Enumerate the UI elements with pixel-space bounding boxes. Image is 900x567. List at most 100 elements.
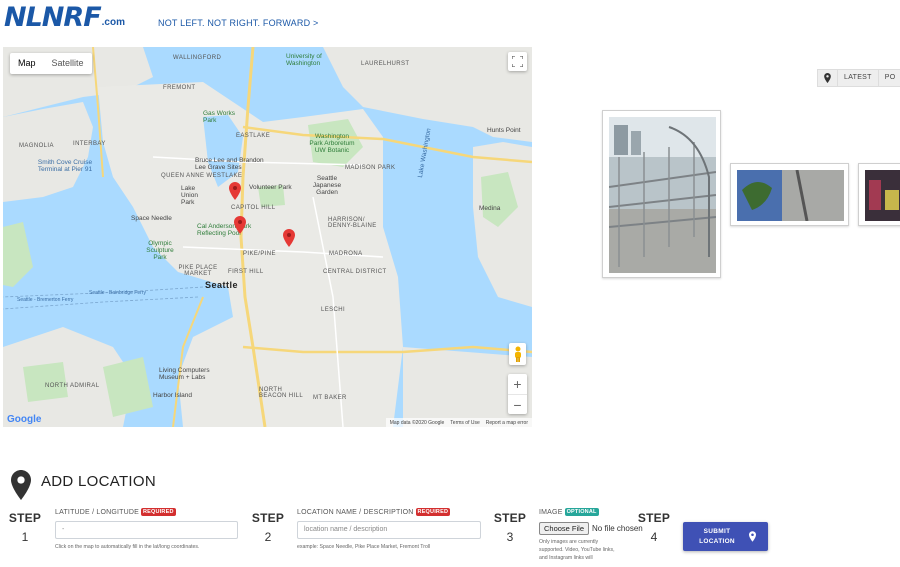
location-thumbnail[interactable] xyxy=(858,163,900,226)
terms-link[interactable]: Terms of Use xyxy=(450,420,479,427)
required-badge: REQUIRED xyxy=(141,508,176,516)
map-label: MAGNOLIA xyxy=(19,143,54,149)
map-label: FREMONT xyxy=(163,85,196,91)
step-number: 1 xyxy=(21,530,29,544)
add-location-pin-icon xyxy=(11,470,31,500)
step-number: 3 xyxy=(506,530,514,544)
map-label: MADRONA xyxy=(329,251,363,257)
map-label: WALLINGFORD xyxy=(173,55,222,61)
page: NLNRF .com NOT LEFT. NOT RIGHT. FORWARD … xyxy=(0,0,900,567)
submit-location-button[interactable]: SUBMIT LOCATION xyxy=(683,522,768,551)
location-thumbnail[interactable] xyxy=(602,110,721,278)
site-logo[interactable]: NLNRF .com xyxy=(4,2,125,33)
map-data-credit: Map data ©2020 Google xyxy=(389,420,445,426)
map-label: FIRST HILL xyxy=(228,269,264,275)
step-4-indicator: STEP 4 xyxy=(637,511,671,544)
step-word: STEP xyxy=(637,511,671,525)
step-word: STEP xyxy=(8,511,42,525)
map-label: Seattle Japanese Garden xyxy=(312,175,342,196)
choose-file-button[interactable]: Choose File xyxy=(539,522,590,535)
map-attribution: Map data ©2020 Google Terms of Use Repor… xyxy=(385,418,532,427)
map-label: CAPITOL HILL xyxy=(231,205,276,211)
field-label-text: LOCATION NAME / DESCRIPTION xyxy=(297,508,414,516)
lat-long-label: LATITUDE / LONGITUDE REQUIRED xyxy=(55,508,176,516)
tab-popular[interactable]: PO xyxy=(879,70,900,86)
map-base-layer xyxy=(3,47,532,427)
map-canvas[interactable]: WALLINGFORD University of Washington LAU… xyxy=(3,47,532,427)
map-label: EASTLAKE xyxy=(236,133,271,139)
map-label: Hunts Point xyxy=(487,127,521,134)
logo-suffix: .com xyxy=(101,17,125,28)
map-label: NORTH ADMIRAL xyxy=(45,383,100,389)
map-label: Washington Park Arboretum UW Botanic xyxy=(309,133,355,154)
tab-latest[interactable]: LATEST xyxy=(838,70,879,86)
thumbnail-image xyxy=(608,117,717,273)
map-label: PIKE PLACE MARKET xyxy=(178,265,218,277)
map-marker-icon[interactable] xyxy=(234,216,246,234)
field-label-text: IMAGE xyxy=(539,508,563,516)
required-badge: REQUIRED xyxy=(415,508,451,516)
map-marker-icon[interactable] xyxy=(229,182,241,200)
site-tagline: NOT LEFT. NOT RIGHT. FORWARD > xyxy=(158,18,319,28)
map-label: INTERBAY xyxy=(73,141,106,147)
map-label: Harbor Island xyxy=(153,392,193,399)
fullscreen-icon xyxy=(512,56,523,67)
image-label: IMAGE OPTIONAL xyxy=(539,508,599,516)
feed-tabs: LATEST PO xyxy=(817,69,900,87)
add-location-title: ADD LOCATION xyxy=(41,473,157,490)
fullscreen-button[interactable] xyxy=(508,52,527,71)
thumbnail-image xyxy=(865,170,900,221)
map-label: MT BAKER xyxy=(313,395,347,401)
image-hint: Only images are currently supported. Vid… xyxy=(539,539,615,561)
map-type-satellite-button[interactable]: Satellite xyxy=(44,53,92,74)
zoom-out-button[interactable]: − xyxy=(508,394,527,414)
map-type-control: Map Satellite xyxy=(10,53,92,74)
zoom-in-button[interactable]: + xyxy=(508,374,527,394)
zoom-control: + − xyxy=(508,374,527,414)
map-label: MADISON PARK xyxy=(345,165,396,171)
image-file-input[interactable]: Choose File No file chosen xyxy=(539,522,643,535)
location-pin-icon xyxy=(749,531,756,542)
submit-label-line: LOCATION xyxy=(699,537,735,545)
map-label: Olympic Sculpture Park xyxy=(146,240,174,261)
street-view-pegman[interactable] xyxy=(509,343,526,365)
file-status: No file chosen xyxy=(592,524,643,533)
map-marker-icon[interactable] xyxy=(283,229,295,247)
map-label: Medina xyxy=(479,205,501,212)
location-name-label: LOCATION NAME / DESCRIPTION REQUIRED xyxy=(297,508,451,516)
location-name-input[interactable]: location name / description xyxy=(297,521,481,539)
logo-wordmark: NLNRF xyxy=(4,2,102,33)
map-label: Volunteer Park xyxy=(249,184,292,191)
map-label: Bruce Lee and Brandon Lee Grave Sites xyxy=(195,157,264,171)
map-label: University of Washington xyxy=(286,53,322,67)
map-label: Smith Cove Cruise Terminal at Pier 91 xyxy=(37,159,93,173)
pegman-icon xyxy=(514,346,521,362)
map-label: PIKE/PINE xyxy=(243,251,276,257)
optional-badge: OPTIONAL xyxy=(564,508,599,516)
submit-label-line: SUBMIT xyxy=(703,527,731,535)
map-type-map-button[interactable]: Map xyxy=(10,53,44,74)
tab-map-pin[interactable] xyxy=(818,70,838,86)
map-label: HARRISON/ DENNY-BLAINE xyxy=(328,217,377,229)
map-label: QUEEN ANNE WESTLAKE xyxy=(161,173,243,179)
map-label: CENTRAL DISTRICT xyxy=(323,269,387,275)
map-label: Seattle - Bainbridge Ferry xyxy=(89,290,146,296)
report-error-link[interactable]: Report a map error xyxy=(486,420,528,427)
lat-long-input[interactable]: - xyxy=(55,521,238,539)
step-word: STEP xyxy=(251,511,285,525)
field-label-text: LATITUDE / LONGITUDE xyxy=(55,508,139,516)
map-label: Gas Works Park xyxy=(203,110,236,124)
map-label: Living Computers Museum + Labs xyxy=(159,367,210,381)
map-label: Space Needle xyxy=(131,215,172,222)
step-2-indicator: STEP 2 xyxy=(251,511,285,544)
location-thumbnail[interactable] xyxy=(730,163,849,226)
google-logo: Google xyxy=(7,414,42,425)
submit-label: SUBMIT LOCATION xyxy=(695,527,739,547)
step-number: 2 xyxy=(264,530,272,544)
location-name-hint: example: Space Needle, Pike Place Market… xyxy=(297,544,431,550)
lat-long-hint: Click on the map to automatically fill i… xyxy=(55,544,200,550)
map-label: Lake Union Park xyxy=(181,185,198,206)
map-label: LAURELHURST xyxy=(361,61,410,67)
map-label: LESCHI xyxy=(321,307,346,313)
step-number: 4 xyxy=(650,530,658,544)
